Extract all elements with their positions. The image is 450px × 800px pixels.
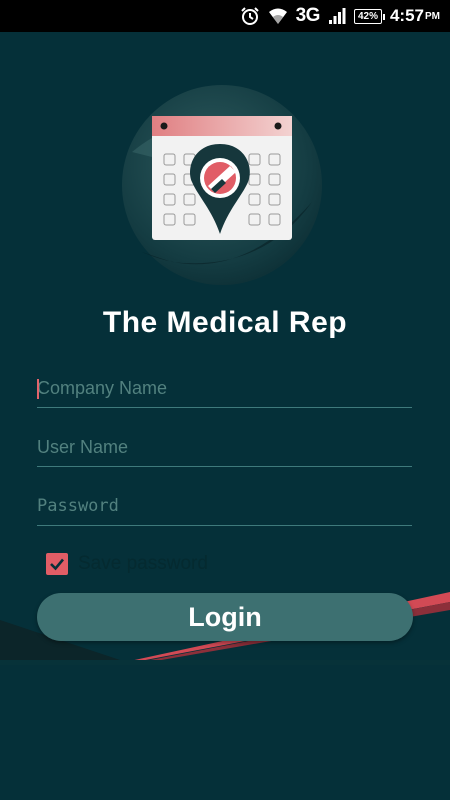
app-title: The Medical Rep — [102, 306, 348, 339]
save-password-checkbox[interactable] — [46, 553, 68, 575]
app-logo — [112, 82, 332, 292]
signal-icon — [328, 7, 346, 25]
status-bar: 3G 42% 4:57 PM — [0, 0, 450, 32]
password-input[interactable] — [37, 487, 412, 525]
alarm-icon — [240, 6, 260, 26]
user-name-field — [37, 428, 412, 467]
save-password-label: Save password — [78, 553, 208, 574]
user-name-input[interactable] — [37, 428, 412, 466]
password-field — [37, 487, 412, 526]
battery-icon: 42% — [353, 8, 385, 24]
login-button[interactable]: Login — [37, 593, 413, 641]
text-cursor — [37, 379, 39, 399]
clock-ampm: PM — [425, 10, 440, 22]
clock: 4:57 PM — [390, 6, 440, 26]
clock-time: 4:57 — [389, 6, 424, 25]
save-password-row[interactable]: Save password — [46, 553, 208, 575]
company-name-field — [37, 369, 412, 408]
company-name-input[interactable] — [37, 369, 412, 407]
check-icon — [50, 558, 64, 571]
network-type: 3G — [295, 5, 321, 26]
wifi-icon — [268, 7, 288, 25]
